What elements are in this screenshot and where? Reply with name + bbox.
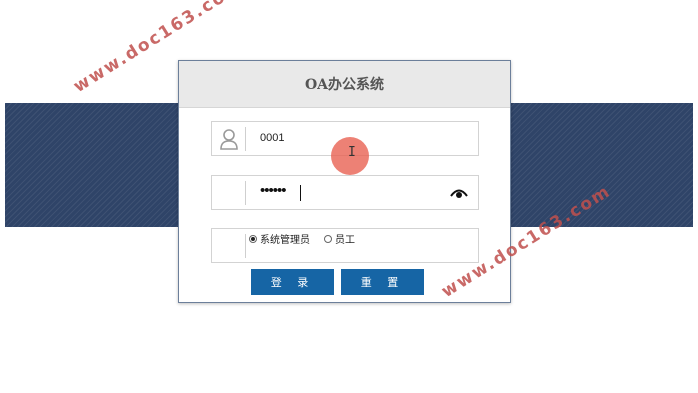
reset-button[interactable]: 重 置 — [341, 269, 424, 295]
password-field[interactable]: •••••• — [211, 175, 479, 210]
dialog-header: OA办公系统 — [179, 61, 510, 108]
password-icon-cell — [212, 181, 246, 205]
eye-icon[interactable] — [450, 187, 468, 198]
password-value: •••••• — [260, 182, 286, 199]
radio-admin[interactable] — [249, 234, 257, 243]
dialog-title: OA办公系统 — [304, 77, 385, 93]
role-icon-cell — [212, 234, 246, 258]
text-caret — [300, 185, 301, 201]
radio-employee[interactable] — [324, 234, 332, 243]
username-icon-cell — [212, 127, 246, 151]
role-selector: 系统管理员 员工 — [249, 231, 369, 246]
text-cursor-icon: I — [348, 145, 356, 160]
radio-employee-label[interactable]: 员工 — [335, 231, 355, 246]
username-value: 0001 — [260, 132, 285, 144]
user-icon — [220, 129, 238, 150]
radio-admin-label[interactable]: 系统管理员 — [260, 231, 310, 246]
login-button[interactable]: 登 录 — [251, 269, 334, 295]
username-field[interactable]: 0001 I — [211, 121, 479, 175]
login-dialog: OA办公系统 0001 I •••••• 系统管理员 员工 登 录 重 置 — [178, 60, 511, 303]
